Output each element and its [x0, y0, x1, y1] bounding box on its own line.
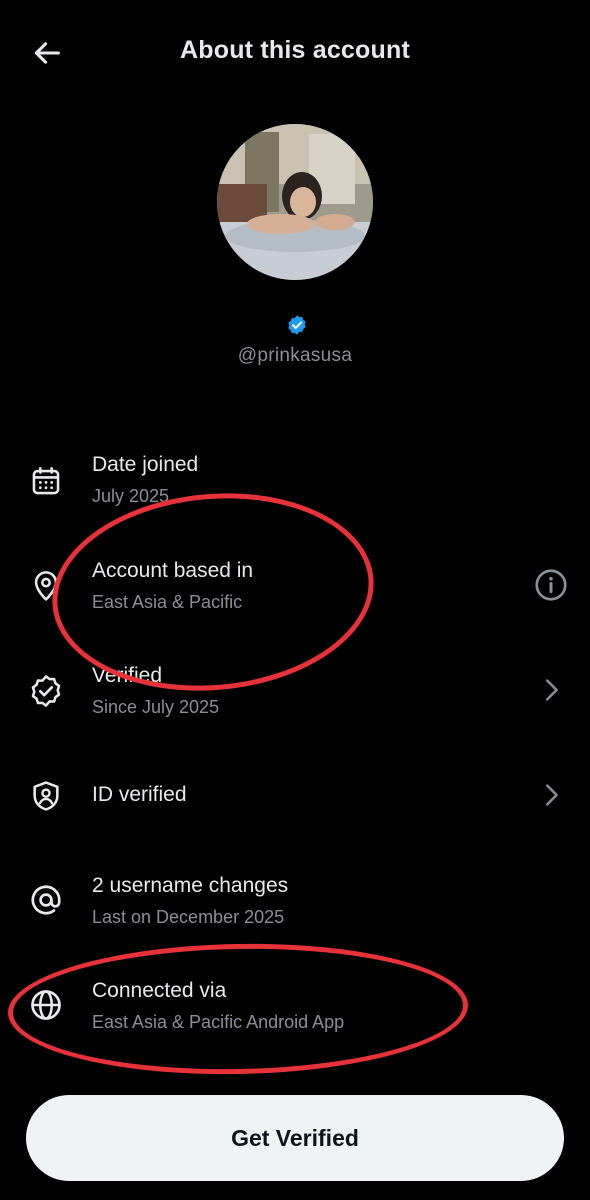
- row-account-based-in: Account based in East Asia & Pacific: [0, 545, 590, 645]
- location-pin-icon: [27, 567, 65, 605]
- row-label: Connected via: [92, 979, 227, 1002]
- chevron-right-icon: [532, 671, 570, 709]
- row-sub: Since July 2025: [92, 697, 220, 717]
- row-username-changes: 2 username changes Last on December 2025: [0, 860, 590, 960]
- row-label: 2 username changes: [92, 874, 289, 897]
- verified-check-icon: [27, 672, 65, 710]
- row-id-verified[interactable]: ID verified: [0, 745, 590, 845]
- avatar[interactable]: [217, 124, 373, 280]
- row-connected-via: Connected via East Asia & Pacific Androi…: [0, 965, 590, 1065]
- row-label: Verified: [92, 664, 163, 687]
- row-verified[interactable]: Verified Since July 2025: [0, 650, 590, 750]
- row-sub: East Asia & Pacific: [92, 592, 243, 612]
- page-title: About this account: [180, 36, 410, 64]
- calendar-icon: [27, 462, 65, 500]
- get-verified-button[interactable]: Get Verified: [26, 1095, 564, 1181]
- at-sign-icon: [27, 881, 65, 919]
- verified-badge-icon: [288, 315, 306, 335]
- row-sub: Last on December 2025: [92, 907, 285, 927]
- info-button[interactable]: [532, 566, 570, 604]
- profile-handle: @prinkasusa: [237, 345, 353, 366]
- shield-person-icon: [27, 777, 65, 815]
- row-label: Account based in: [92, 559, 254, 582]
- top-app-bar: About this account: [0, 0, 590, 105]
- info-icon: [535, 569, 567, 601]
- row-date-joined: Date joined July 2025: [0, 440, 590, 540]
- chevron-right-icon: [532, 776, 570, 814]
- row-sub: East Asia & Pacific Android App: [92, 1012, 345, 1032]
- globe-icon: [27, 986, 65, 1024]
- row-label: ID verified: [92, 783, 187, 806]
- row-sub: July 2025: [92, 486, 170, 506]
- row-label: Date joined: [92, 453, 199, 476]
